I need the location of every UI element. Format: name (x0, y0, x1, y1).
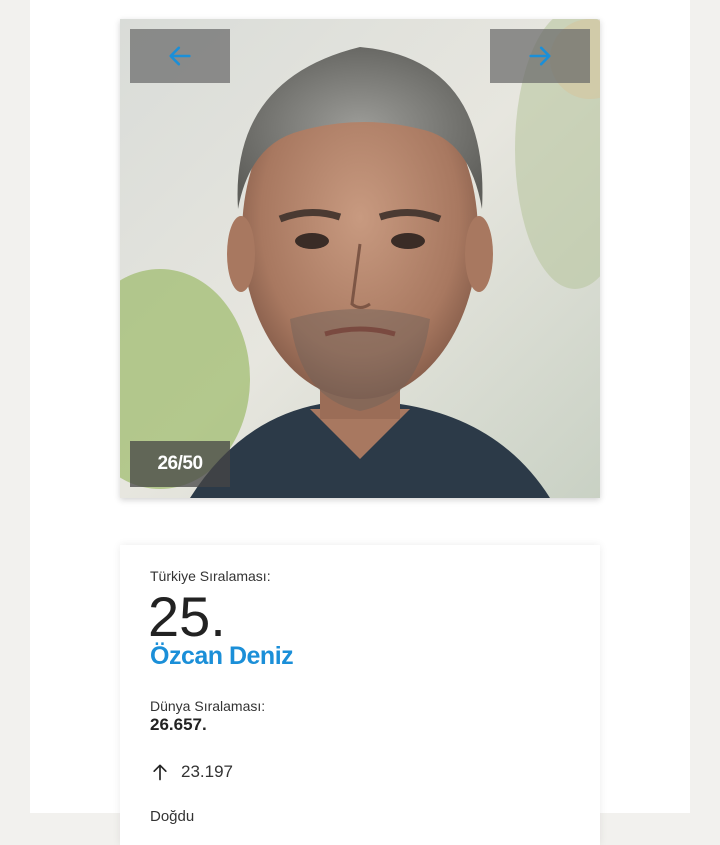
photo-counter: 26/50 (130, 441, 230, 487)
arrow-up-icon (153, 764, 167, 781)
birth-label: Doğdu (150, 808, 195, 825)
ranking-card: Türkiye Sıralaması: 25. Özcan Deniz Düny… (120, 545, 600, 845)
turkey-rank-label: Türkiye Sıralaması: (150, 568, 271, 584)
next-photo-button[interactable] (490, 29, 590, 83)
world-rank-value: 26.657. (150, 715, 207, 734)
previous-photo-button[interactable] (130, 29, 230, 83)
profile-photo (120, 19, 600, 498)
photo-gallery: 26/50 (120, 19, 600, 498)
arrow-left-icon (169, 46, 191, 66)
page-container: 26/50 Türkiye Sıralaması: 25. Özcan Deni… (30, 0, 690, 845)
trend-value: 23.197 (181, 762, 233, 781)
rank-trend: 23.197 (150, 762, 233, 782)
turkey-rank-value: 25. (148, 585, 226, 648)
person-name[interactable]: Özcan Deniz (150, 642, 294, 671)
world-rank-label: Dünya Sıralaması: (150, 698, 266, 714)
arrow-right-icon (529, 46, 551, 66)
